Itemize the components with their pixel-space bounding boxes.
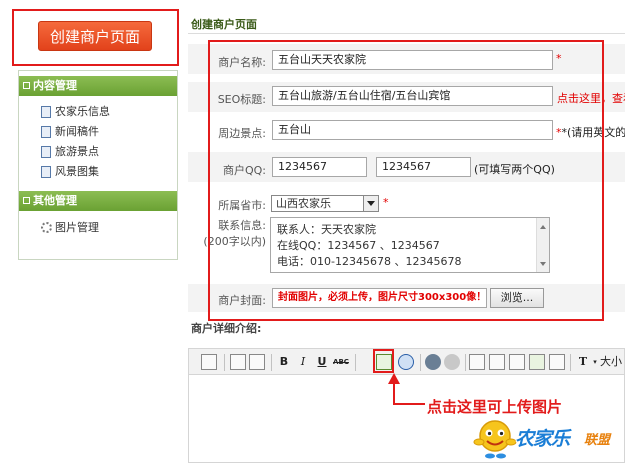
flash-icon[interactable] (398, 354, 414, 370)
form-highlight (208, 40, 604, 321)
toolbar-separator (465, 354, 466, 371)
callout-arrow (388, 373, 425, 405)
horizontal-rule-icon[interactable] (489, 354, 505, 370)
logo-sub-text: 联盟 (584, 433, 611, 448)
sidebar-item-label: 图片管理 (55, 221, 99, 234)
sidebar-item-label: 农家乐信息 (55, 105, 110, 118)
gear-icon (41, 222, 52, 233)
toolbar-separator (570, 354, 571, 371)
link-icon[interactable] (425, 354, 441, 370)
collapse-icon (23, 197, 30, 204)
paste-word-icon[interactable] (249, 354, 265, 370)
unlink-icon[interactable] (444, 354, 460, 370)
detail-label: 商户详细介绍: (191, 322, 262, 335)
create-merchant-button[interactable]: 创建商户页面 (38, 21, 152, 51)
save-icon[interactable] (509, 354, 525, 370)
sidebar-item-news[interactable]: 新闻稿件 (41, 124, 99, 140)
page-break-icon[interactable] (549, 354, 565, 370)
document-icon (41, 126, 51, 138)
font-size-select[interactable]: 大小 (599, 354, 623, 370)
sidebar-item-gallery[interactable]: 风景图集 (41, 164, 99, 180)
page-title: 创建商户页面 (191, 18, 257, 31)
smiley-icon[interactable] (529, 354, 545, 370)
logo-main-text: 农家乐 (515, 428, 570, 450)
sidebar-item-label: 新闻稿件 (55, 125, 99, 138)
toolbar-separator (224, 354, 225, 371)
sidebar-section-title: 内容管理 (33, 79, 77, 92)
underline-icon[interactable]: U (314, 354, 330, 370)
toolbar-separator (355, 354, 356, 371)
document-icon (41, 146, 51, 158)
source-icon[interactable] (201, 354, 217, 370)
sidebar-item-label: 风景图集 (55, 165, 99, 178)
collapse-icon (23, 82, 30, 89)
sidebar-item-farmstay[interactable]: 农家乐信息 (41, 104, 110, 120)
sidebar: 内容管理 农家乐信息 新闻稿件 旅游景点 风景图集 其他管理 图片管理 (18, 70, 178, 260)
strikethrough-icon[interactable]: ABC (333, 354, 349, 370)
divider (188, 33, 625, 34)
sidebar-section-other[interactable]: 其他管理 (19, 191, 177, 211)
toolbar-separator (420, 354, 421, 371)
table-icon[interactable] (469, 354, 485, 370)
italic-icon[interactable]: I (295, 354, 311, 370)
sidebar-item-images[interactable]: 图片管理 (41, 220, 99, 236)
paste-icon[interactable] (230, 354, 246, 370)
mascot-icon (473, 420, 517, 459)
sidebar-section-content[interactable]: 内容管理 (19, 76, 177, 96)
sidebar-item-scenic[interactable]: 旅游景点 (41, 144, 99, 160)
bold-icon[interactable]: B (276, 354, 292, 370)
sidebar-item-label: 旅游景点 (55, 145, 99, 158)
sidebar-section-title: 其他管理 (33, 194, 77, 207)
document-icon (41, 106, 51, 118)
toolbar-separator (271, 354, 272, 371)
gallery-icon (41, 166, 51, 178)
